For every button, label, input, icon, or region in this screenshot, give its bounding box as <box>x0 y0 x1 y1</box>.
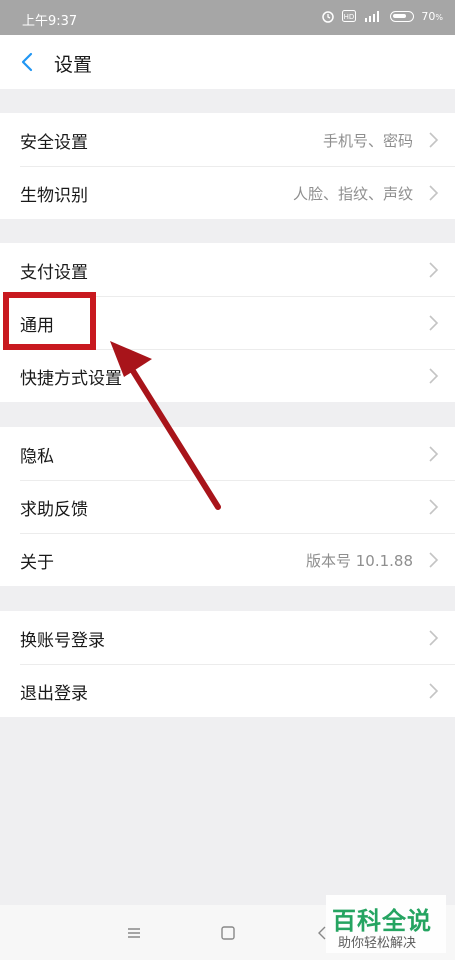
row-biometrics[interactable]: 生物识别 人脸、指纹、声纹 <box>0 166 455 219</box>
status-icons: HD 70% <box>321 9 443 23</box>
settings-group-account: 安全设置 手机号、密码 生物识别 人脸、指纹、声纹 <box>0 113 455 219</box>
chevron-right-icon <box>429 368 439 384</box>
menu-icon[interactable] <box>124 923 144 943</box>
watermark-sub-text: 助你轻松解决 <box>338 936 417 951</box>
chevron-right-icon <box>429 132 439 148</box>
row-switch-account[interactable]: 换账号登录 <box>0 611 455 664</box>
hd-icon: HD <box>342 10 357 22</box>
chevron-right-icon <box>429 185 439 201</box>
row-label: 支付设置 <box>20 263 88 283</box>
alarm-icon <box>322 11 335 23</box>
chevron-right-icon <box>429 552 439 568</box>
battery-level: 70% <box>421 9 443 23</box>
row-label: 求助反馈 <box>20 500 88 520</box>
app-header: 设置 <box>0 35 455 89</box>
back-button[interactable] <box>14 48 42 76</box>
row-payment-settings[interactable]: 支付设置 <box>0 243 455 296</box>
settings-group-login: 换账号登录 退出登录 <box>0 611 455 717</box>
watermark-logo: 百科全说 助你轻松解决 <box>326 895 446 953</box>
chevron-right-icon <box>429 446 439 462</box>
row-label: 退出登录 <box>20 684 88 704</box>
watermark-main-text: 百科全说 <box>332 907 432 935</box>
row-security-settings[interactable]: 安全设置 手机号、密码 <box>0 113 455 166</box>
row-value: 人脸、指纹、声纹 <box>292 185 413 203</box>
svg-text:HD: HD <box>344 13 355 21</box>
row-value: 手机号、密码 <box>322 132 413 150</box>
row-about[interactable]: 关于 版本号 10.1.88 <box>0 533 455 586</box>
back-arrow-icon <box>21 52 33 72</box>
chevron-right-icon <box>429 630 439 646</box>
row-label: 换账号登录 <box>20 631 105 651</box>
annotation-arrow-icon <box>110 341 221 510</box>
battery-icon <box>390 10 415 22</box>
chevron-right-icon <box>429 315 439 331</box>
chevron-right-icon <box>429 499 439 515</box>
row-value: 版本号 10.1.88 <box>305 552 413 570</box>
row-label: 关于 <box>20 553 54 573</box>
home-icon[interactable] <box>218 923 238 943</box>
chevron-right-icon <box>429 683 439 699</box>
row-label: 隐私 <box>20 447 54 467</box>
row-label: 安全设置 <box>20 133 88 153</box>
status-time: 上午9:37 <box>22 14 78 29</box>
chevron-right-icon <box>429 262 439 278</box>
status-bar: 上午9:37 HD 70% <box>0 0 455 35</box>
row-label: 生物识别 <box>20 186 88 206</box>
page-title: 设置 <box>54 54 93 76</box>
row-logout[interactable]: 退出登录 <box>0 664 455 717</box>
highlight-box <box>3 292 96 350</box>
signal-icon <box>365 11 380 22</box>
